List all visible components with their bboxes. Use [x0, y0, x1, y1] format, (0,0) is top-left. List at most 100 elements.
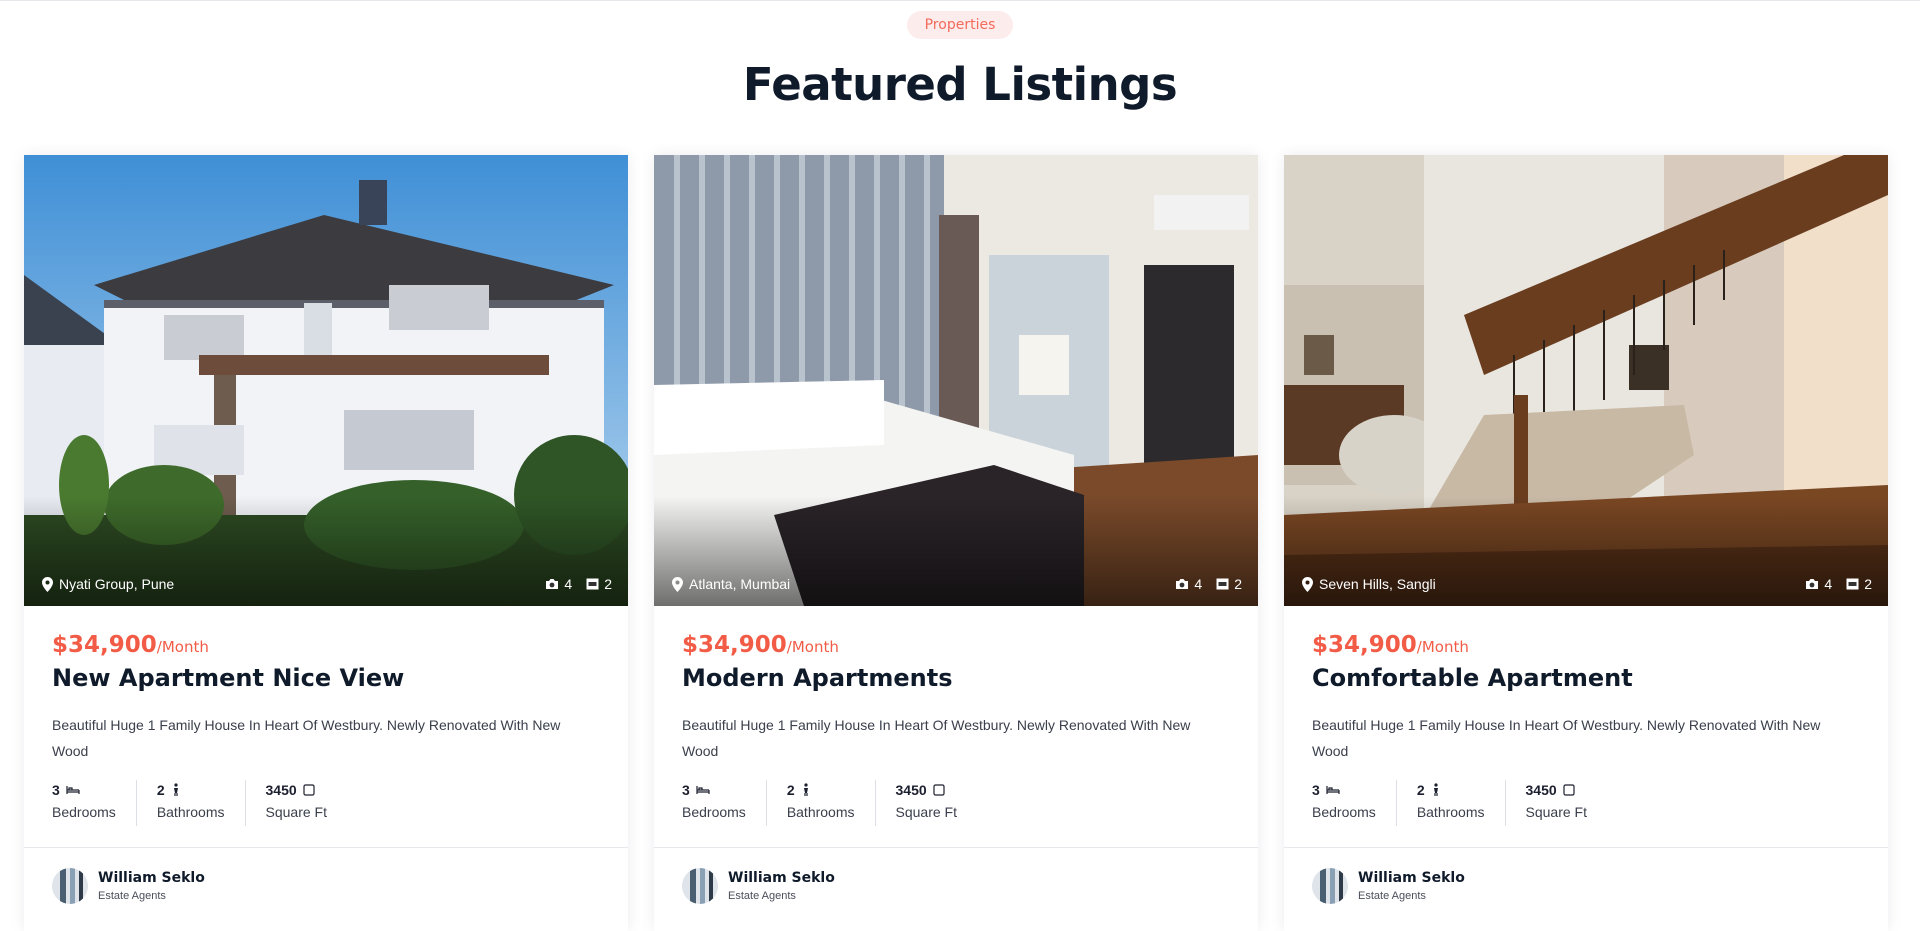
bedrooms-label: Bedrooms: [52, 804, 116, 820]
price-amount: $34,900: [682, 632, 787, 658]
area-label: Square Ft: [265, 804, 327, 820]
photo-count-value: 4: [564, 576, 573, 592]
bed-icon: [66, 786, 80, 794]
area-label: Square Ft: [1525, 804, 1587, 820]
price-amount: $34,900: [1312, 632, 1417, 658]
location-text: Nyati Group, Pune: [59, 576, 175, 592]
photo-count-value: 4: [1824, 576, 1833, 592]
bathrooms-label: Bathrooms: [786, 804, 855, 820]
bathrooms-value: 2: [786, 782, 795, 798]
map-pin-icon: [1302, 576, 1313, 592]
area-value: 3450: [1525, 782, 1557, 798]
spec-area: 3450 Square Ft: [266, 780, 347, 826]
spec-area: 3450 Square Ft: [1526, 780, 1607, 826]
price-period: /Month: [1416, 638, 1469, 656]
camera-icon: [546, 579, 559, 589]
bedrooms-value: 3: [52, 782, 60, 798]
listing-description: Beautiful Huge 1 Family House In Heart O…: [52, 717, 561, 759]
agent-info[interactable]: William Seklo Estate Agents: [1312, 868, 1465, 904]
bathrooms-value: 2: [1416, 782, 1425, 798]
bedrooms-value: 3: [1312, 782, 1320, 798]
photo-count[interactable]: 4: [545, 576, 572, 592]
agent-name[interactable]: William Seklo: [728, 870, 835, 886]
square-icon: [1563, 784, 1575, 796]
listing-location: Seven Hills, Sangli: [1302, 576, 1436, 592]
listing-photo[interactable]: Seven Hills, Sangli 4 2: [1284, 155, 1888, 606]
agent-name[interactable]: William Seklo: [1358, 870, 1465, 886]
bathrooms-label: Bathrooms: [156, 804, 225, 820]
listing-price: $34,900/Month: [1312, 632, 1860, 658]
shower-icon: [1433, 783, 1438, 796]
agent-avatar[interactable]: [52, 868, 88, 904]
listing-location: Nyati Group, Pune: [42, 576, 174, 592]
video-count[interactable]: 2: [1216, 576, 1242, 592]
agent-name[interactable]: William Seklo: [98, 870, 205, 886]
photo-count[interactable]: 4: [1805, 576, 1832, 592]
video-count-value: 2: [604, 576, 612, 592]
camera-icon: [1176, 579, 1189, 589]
agent-info[interactable]: William Seklo Estate Agents: [682, 868, 835, 904]
listing-specs: 3 Bedrooms 2 Bathrooms 3450 Square Ft: [1312, 780, 1860, 826]
bathrooms-label: Bathrooms: [1416, 804, 1485, 820]
section-eyebrow-badge: Properties: [906, 11, 1014, 39]
shower-icon: [803, 783, 808, 796]
section-header: Properties Featured Listings: [0, 11, 1920, 111]
camera-icon: [1806, 579, 1819, 589]
video-count[interactable]: 2: [1846, 576, 1872, 592]
area-value: 3450: [265, 782, 297, 798]
price-amount: $34,900: [52, 632, 157, 658]
area-label: Square Ft: [895, 804, 957, 820]
film-icon: [586, 578, 599, 590]
spec-bedrooms: 3 Bedrooms: [1312, 780, 1397, 826]
listing-description: Beautiful Huge 1 Family House In Heart O…: [1312, 717, 1821, 759]
agent-role: Estate Agents: [728, 890, 796, 902]
card-divider: [654, 847, 1258, 848]
listing-photo[interactable]: Nyati Group, Pune 4 2: [24, 155, 628, 606]
listing-price: $34,900/Month: [52, 632, 600, 658]
spec-bedrooms: 3 Bedrooms: [682, 780, 767, 826]
price-period: /Month: [156, 638, 209, 656]
listing-specs: 3 Bedrooms 2 Bathrooms 3450 Square Ft: [52, 780, 600, 826]
listing-card[interactable]: Seven Hills, Sangli 4 2 $34,900/Month Co…: [1284, 155, 1888, 931]
listing-photo[interactable]: Atlanta, Mumbai 4 2: [654, 155, 1258, 606]
listing-price: $34,900/Month: [682, 632, 1230, 658]
media-counts: 4 2: [545, 576, 612, 592]
map-pin-icon: [672, 576, 683, 592]
spec-bathrooms: 2 Bathrooms: [1417, 780, 1506, 826]
listing-card[interactable]: Nyati Group, Pune 4 2 $34,900/Month New …: [24, 155, 628, 931]
listing-card[interactable]: Atlanta, Mumbai 4 2 $34,900/Month Modern…: [654, 155, 1258, 931]
top-divider: [0, 0, 1920, 1]
agent-avatar[interactable]: [682, 868, 718, 904]
media-counts: 4 2: [1175, 576, 1242, 592]
video-count-value: 2: [1864, 576, 1872, 592]
agent-avatar[interactable]: [1312, 868, 1348, 904]
avatar-image: [682, 868, 718, 904]
agent-role: Estate Agents: [1358, 890, 1426, 902]
film-icon: [1216, 578, 1229, 590]
location-text: Seven Hills, Sangli: [1319, 576, 1436, 592]
price-period: /Month: [786, 638, 839, 656]
photo-count[interactable]: 4: [1175, 576, 1202, 592]
spec-bathrooms: 2 Bathrooms: [157, 780, 246, 826]
listing-title[interactable]: New Apartment Nice View: [52, 664, 600, 692]
bed-icon: [696, 786, 710, 794]
video-count[interactable]: 2: [586, 576, 612, 592]
media-counts: 4 2: [1805, 576, 1872, 592]
video-count-value: 2: [1234, 576, 1242, 592]
agent-role: Estate Agents: [98, 890, 166, 902]
listing-body: $34,900/Month New Apartment Nice View Be…: [24, 606, 628, 826]
bedrooms-value: 3: [682, 782, 690, 798]
square-icon: [303, 784, 315, 796]
photo-count-value: 4: [1194, 576, 1203, 592]
card-divider: [1284, 847, 1888, 848]
listing-specs: 3 Bedrooms 2 Bathrooms 3450 Square Ft: [682, 780, 1230, 826]
bedrooms-label: Bedrooms: [682, 804, 746, 820]
agent-info[interactable]: William Seklo Estate Agents: [52, 868, 205, 904]
listing-title[interactable]: Modern Apartments: [682, 664, 1230, 692]
listing-title[interactable]: Comfortable Apartment: [1312, 664, 1860, 692]
map-pin-icon: [42, 576, 53, 592]
card-divider: [24, 847, 628, 848]
listing-cards: Nyati Group, Pune 4 2 $34,900/Month New …: [24, 155, 1888, 931]
area-value: 3450: [895, 782, 927, 798]
bed-icon: [1326, 786, 1340, 794]
